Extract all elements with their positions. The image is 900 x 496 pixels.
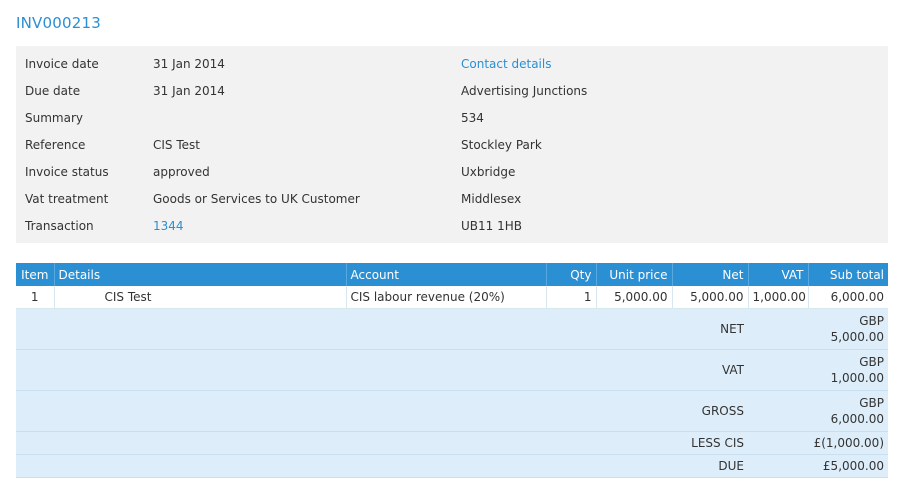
column-header-item: Item — [16, 263, 55, 286]
cell-net: 5,000.00 — [672, 286, 749, 309]
amount: 5,000.00 — [830, 330, 884, 344]
contact-county: Middlesex — [461, 192, 522, 206]
detail-value: Goods or Services to UK Customer — [153, 192, 360, 206]
amount: 1,000.00 — [830, 371, 884, 385]
cell-unit-price: 5,000.00 — [596, 286, 673, 309]
column-header-details: Details — [54, 263, 347, 286]
detail-label: Transaction — [25, 219, 94, 233]
currency-code: GBP — [859, 396, 884, 410]
total-spacer — [748, 431, 808, 455]
total-row-due: DUE £5,000.00 — [16, 454, 888, 478]
total-spacer — [16, 390, 672, 432]
total-value-due: £5,000.00 — [808, 454, 888, 478]
total-row-vat: VAT GBP 1,000.00 — [16, 349, 888, 391]
cell-qty: 1 — [546, 286, 597, 309]
total-spacer — [16, 349, 672, 391]
contact-details-link[interactable]: Contact details — [461, 57, 551, 71]
total-row-net: NET GBP 5,000.00 — [16, 308, 888, 350]
detail-value: CIS Test — [153, 138, 200, 152]
contact-address-line: Stockley Park — [461, 138, 542, 152]
invoice-details-panel: Invoice date 31 Jan 2014 Due date 31 Jan… — [16, 46, 888, 243]
cell-details: CIS Test — [54, 286, 347, 309]
total-label-due: DUE — [672, 454, 748, 478]
column-header-vat: VAT — [748, 263, 809, 286]
currency-code: GBP — [859, 314, 884, 328]
total-value-less-cis: £(1,000.00) — [808, 431, 888, 455]
total-row-gross: GROSS GBP 6,000.00 — [16, 390, 888, 432]
total-value-net: GBP 5,000.00 — [808, 308, 888, 350]
contact-name: Advertising Junctions — [461, 84, 588, 98]
total-spacer — [16, 431, 672, 455]
detail-label: Due date — [25, 84, 81, 98]
total-value-gross: GBP 6,000.00 — [808, 390, 888, 432]
total-label-vat: VAT — [672, 349, 748, 391]
detail-label: Invoice date — [25, 57, 99, 71]
detail-value: 31 Jan 2014 — [153, 57, 225, 71]
contact-block: Contact details Advertising Junctions 53… — [461, 51, 587, 240]
total-spacer — [16, 454, 672, 478]
status-value: approved — [153, 165, 210, 179]
detail-label: Vat treatment — [25, 192, 109, 206]
invoice-number: INV000213 — [16, 14, 101, 32]
total-spacer — [748, 454, 808, 478]
total-label-gross: GROSS — [672, 390, 748, 432]
column-header-qty: Qty — [546, 263, 597, 286]
cell-vat: 1,000.00 — [748, 286, 809, 309]
detail-label: Reference — [25, 138, 86, 152]
detail-value: 31 Jan 2014 — [153, 84, 225, 98]
detail-label: Invoice status — [25, 165, 109, 179]
total-label-less-cis: LESS CIS — [672, 431, 748, 455]
detail-label: Summary — [25, 111, 83, 125]
table-header-row: Item Details Account Qty Unit price Net … — [16, 263, 888, 286]
total-value-vat: GBP 1,000.00 — [808, 349, 888, 391]
cell-item: 1 — [16, 286, 55, 309]
total-label-net: NET — [672, 308, 748, 350]
cell-account: CIS labour revenue (20%) — [346, 286, 547, 309]
total-spacer — [748, 308, 808, 350]
total-spacer — [748, 349, 808, 391]
invoice-lines-table: Item Details Account Qty Unit price Net … — [16, 263, 888, 478]
column-header-account: Account — [346, 263, 547, 286]
transaction-link[interactable]: 1344 — [153, 213, 184, 240]
column-header-net: Net — [672, 263, 749, 286]
column-header-sub-total: Sub total — [808, 263, 888, 286]
currency-code: GBP — [859, 355, 884, 369]
amount: 6,000.00 — [830, 412, 884, 426]
table-row: 1 CIS Test CIS labour revenue (20%) 1 5,… — [16, 286, 888, 309]
column-header-unit-price: Unit price — [596, 263, 673, 286]
total-spacer — [748, 390, 808, 432]
total-row-less-cis: LESS CIS £(1,000.00) — [16, 431, 888, 455]
contact-town: Uxbridge — [461, 165, 516, 179]
contact-address-line: 534 — [461, 111, 484, 125]
total-spacer — [16, 308, 672, 350]
contact-postcode: UB11 1HB — [461, 219, 522, 233]
cell-sub-total: 6,000.00 — [808, 286, 888, 309]
